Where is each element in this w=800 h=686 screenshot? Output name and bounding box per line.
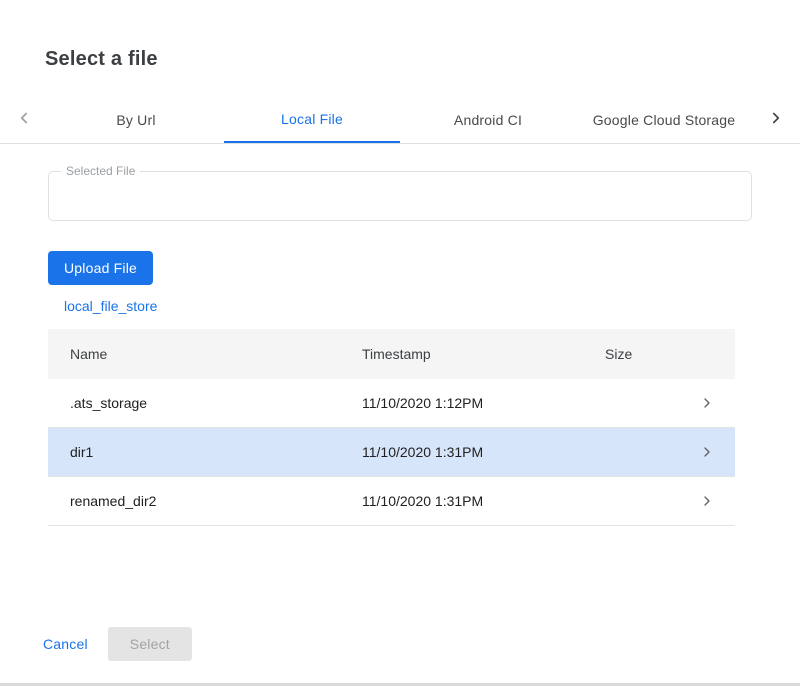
dialog-footer: Cancel Select [43,627,192,661]
chevron-right-icon[interactable] [679,395,735,411]
cell-name: dir1 [70,444,362,460]
table-row[interactable]: renamed_dir2 11/10/2020 1:31PM [48,477,735,526]
chevron-right-icon [767,109,785,130]
cell-timestamp: 11/10/2020 1:12PM [362,395,605,411]
chevron-right-icon[interactable] [679,444,735,460]
tab-google-cloud-storage[interactable]: Google Cloud Storage [576,96,752,143]
page-title: Select a file [0,0,800,71]
column-header-size: Size [605,346,679,362]
cell-timestamp: 11/10/2020 1:31PM [362,444,605,460]
tab-android-ci[interactable]: Android CI [400,96,576,143]
select-file-dialog: Select a file By Url Local File Android … [0,0,800,686]
tab-bar: By Url Local File Android CI Google Clou… [0,96,800,144]
selected-file-label: Selected File [61,164,140,178]
selected-file-field: Selected File [48,171,752,221]
column-header-timestamp: Timestamp [362,346,605,362]
tab-by-url[interactable]: By Url [48,96,224,143]
cell-name: renamed_dir2 [70,493,362,509]
tab-label: By Url [116,112,155,128]
cell-name: .ats_storage [70,395,362,411]
table-header-row: Name Timestamp Size [48,329,735,379]
tab-local-file[interactable]: Local File [224,96,400,143]
tab-label: Local File [281,111,343,127]
chevron-right-icon[interactable] [679,493,735,509]
table-row[interactable]: .ats_storage 11/10/2020 1:12PM [48,379,735,428]
tabs-scroll-right-button[interactable] [752,96,800,143]
cancel-button[interactable]: Cancel [43,636,88,652]
chevron-left-icon [15,109,33,130]
column-header-name: Name [70,346,362,362]
table-row[interactable]: dir1 11/10/2020 1:31PM [48,428,735,477]
tab-label: Android CI [454,112,522,128]
upload-file-button[interactable]: Upload File [48,251,153,285]
local-file-store-link[interactable]: local_file_store [64,298,157,314]
select-button[interactable]: Select [108,627,192,661]
tab-list: By Url Local File Android CI Google Clou… [48,96,752,143]
file-table: Name Timestamp Size .ats_storage 11/10/2… [48,329,735,526]
tabs-scroll-left-button[interactable] [0,96,48,143]
cell-timestamp: 11/10/2020 1:31PM [362,493,605,509]
selected-file-input[interactable] [49,172,751,220]
tab-label: Google Cloud Storage [593,112,736,128]
